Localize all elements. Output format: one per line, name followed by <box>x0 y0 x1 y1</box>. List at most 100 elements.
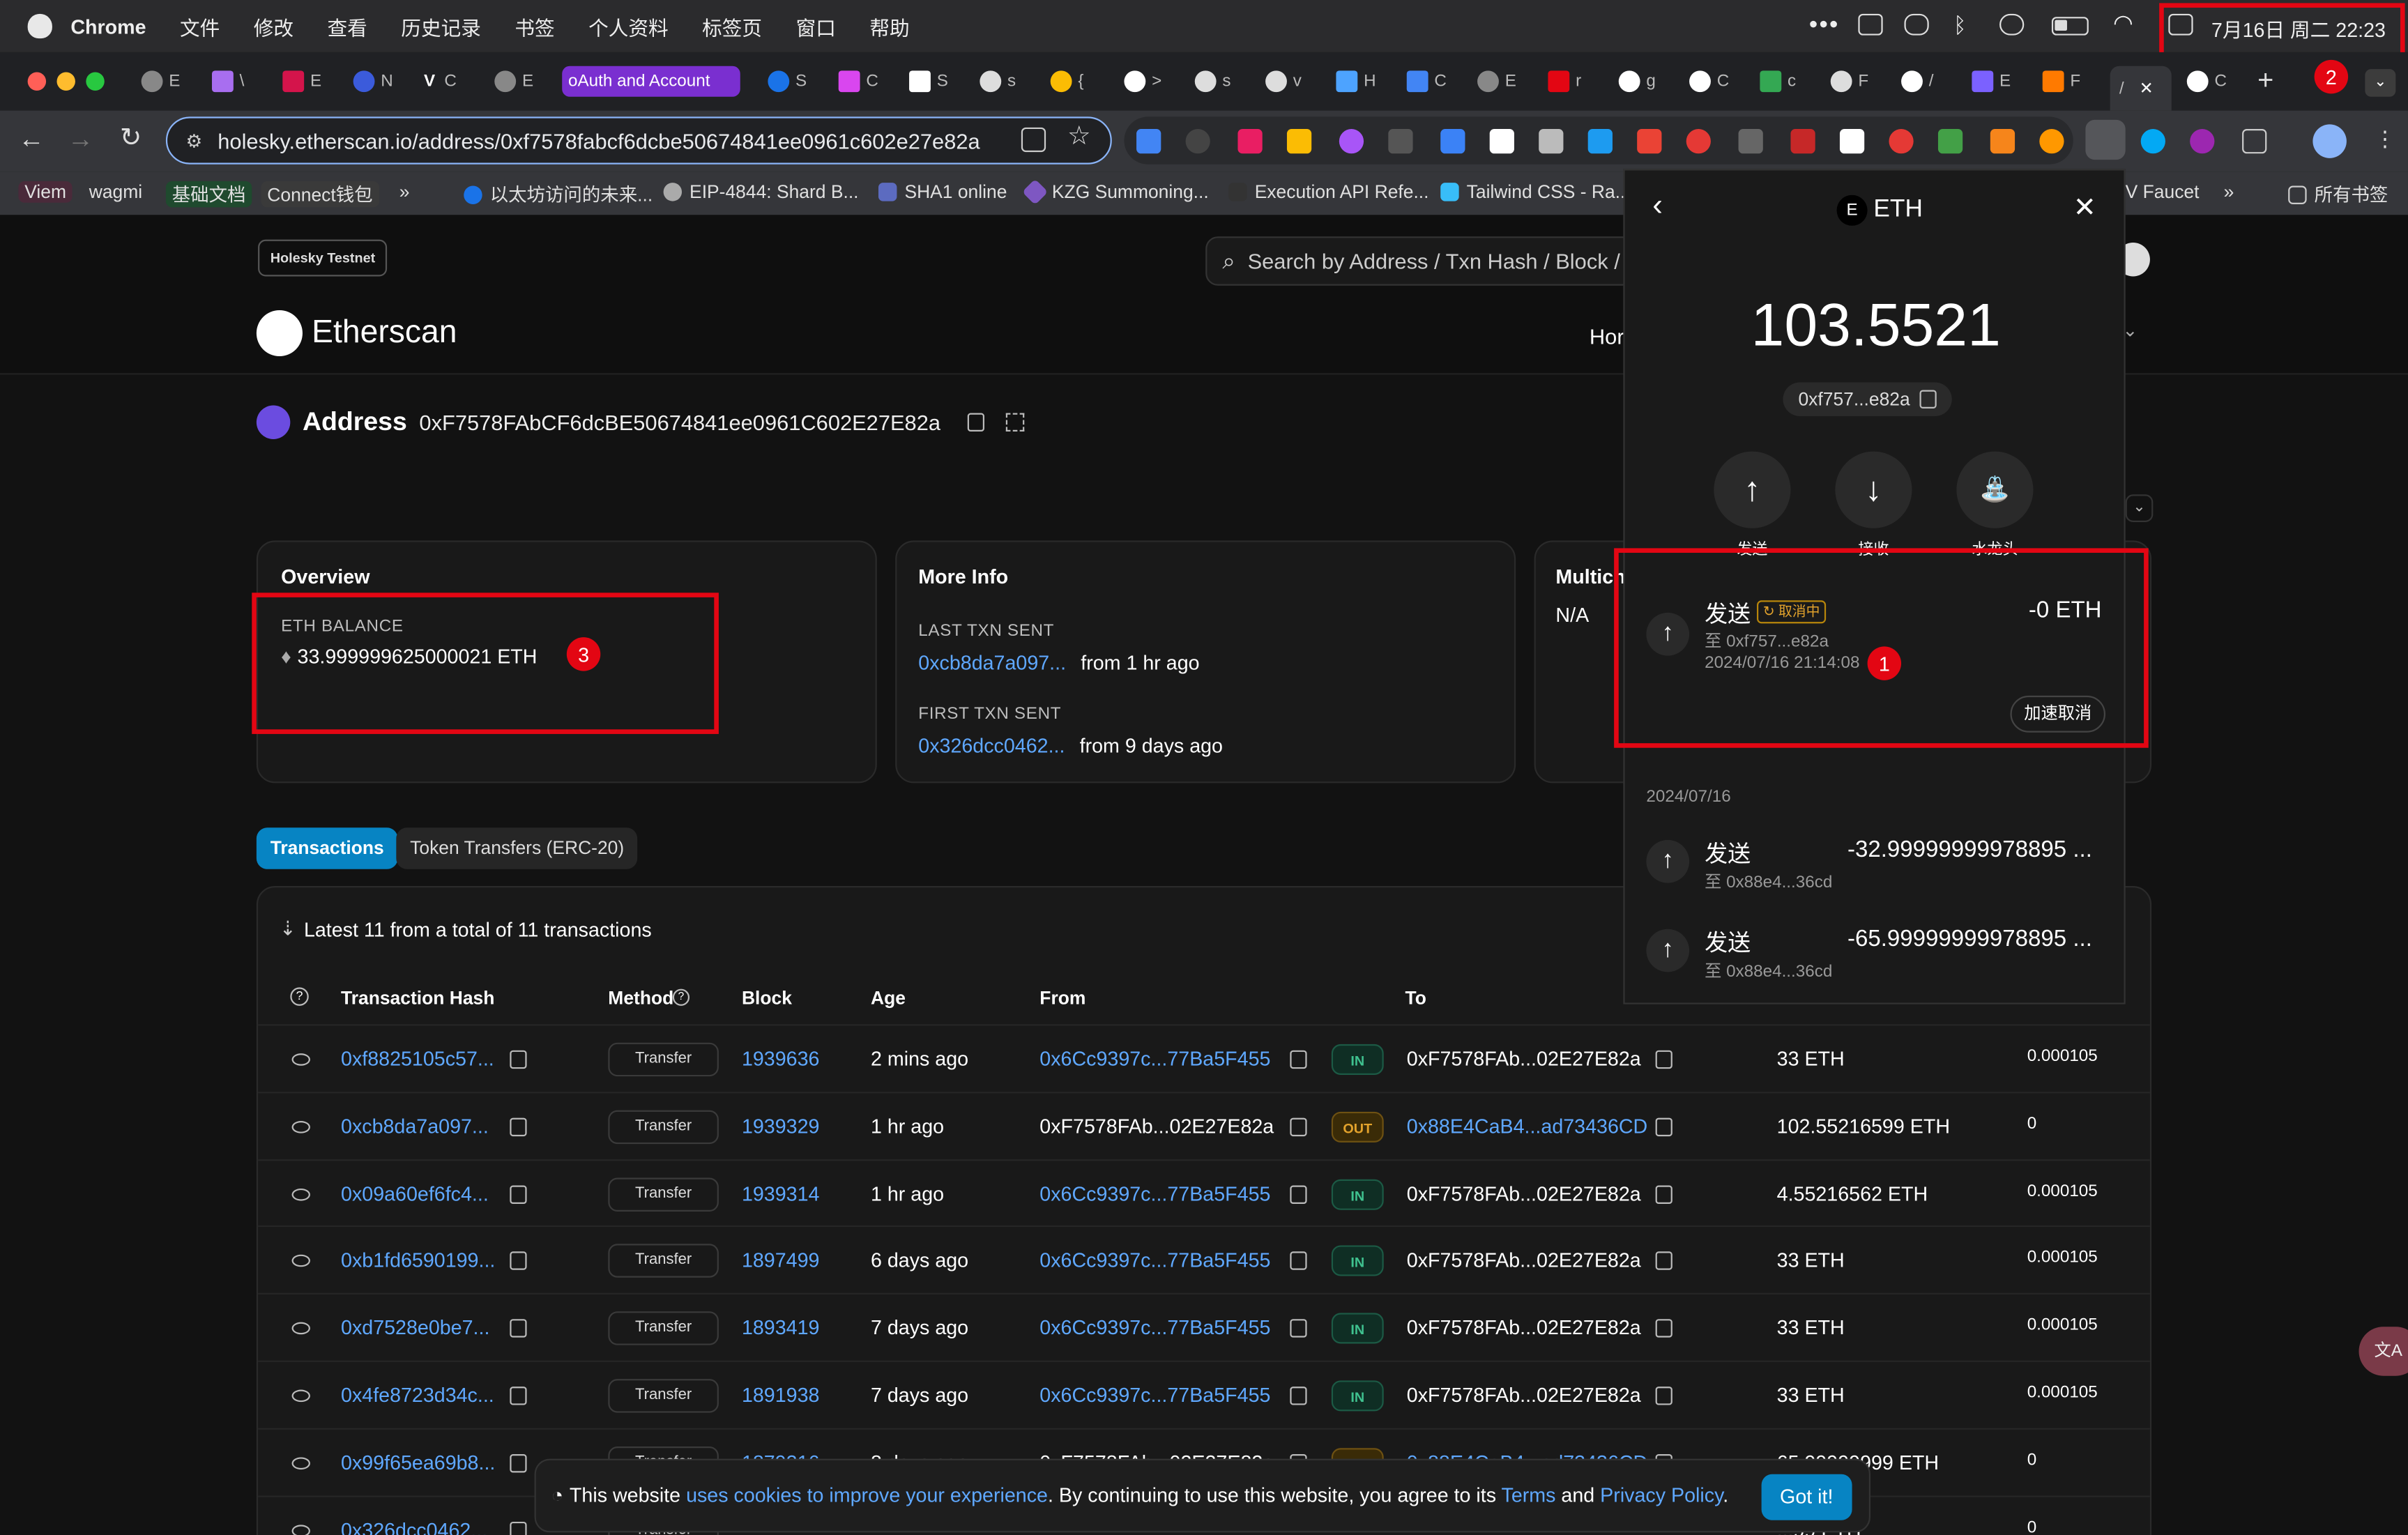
extension-icon[interactable] <box>1440 129 1465 154</box>
moon-extension-icon[interactable] <box>1185 129 1210 154</box>
view-eye-icon[interactable] <box>291 1322 310 1335</box>
zoom-window-button[interactable] <box>86 72 105 91</box>
history-tx[interactable]: ↑ 发送 -65.99999999978895 ... 至 0x88e4...3… <box>1625 908 2127 997</box>
pinned-tab[interactable]: c <box>1760 66 1796 97</box>
view-eye-icon[interactable] <box>291 1255 310 1268</box>
tx-hash-link[interactable]: 0xf8825105c57... <box>341 1047 494 1070</box>
tx-hash-link[interactable]: 0xd7528e0be7... <box>341 1316 489 1339</box>
bookmark-execution-api[interactable]: Execution API Refe... <box>1228 181 1428 203</box>
more-dots-icon[interactable]: ••• <box>1809 13 1840 40</box>
method-help-icon[interactable]: ? <box>672 988 690 1006</box>
extension-icon[interactable] <box>2039 129 2064 154</box>
pinned-tab[interactable]: E <box>141 66 180 97</box>
extension-icon[interactable] <box>2140 129 2165 154</box>
pinned-tab[interactable]: F <box>1830 66 1868 97</box>
translate-extension-icon[interactable] <box>1136 129 1161 154</box>
app-tray-icon[interactable] <box>1904 13 1929 36</box>
tx-hash-link[interactable]: 0xb1fd6590199... <box>341 1249 495 1272</box>
tab-close-icon[interactable]: ✕ <box>2140 78 2154 98</box>
wechat-icon[interactable] <box>1999 13 2025 36</box>
view-eye-icon[interactable] <box>291 1457 310 1469</box>
from-address[interactable]: 0x6Cc9397c...77Ba5F455 <box>1039 1047 1270 1070</box>
puzzle-extensions-icon[interactable] <box>2242 129 2267 154</box>
bookmark-wagmi[interactable]: wagmi <box>89 181 142 203</box>
view-eye-icon[interactable] <box>291 1120 310 1133</box>
pinned-tab[interactable]: s <box>1194 66 1231 97</box>
copy-icon[interactable] <box>510 1252 527 1271</box>
copy-icon[interactable] <box>510 1319 527 1338</box>
wifi-icon[interactable]: ◠ <box>2113 9 2133 37</box>
copy-icon[interactable] <box>1655 1387 1672 1405</box>
tab-oauth[interactable]: oAuth and Account <box>562 66 740 97</box>
pinned-tab[interactable]: E <box>282 66 321 97</box>
translate-page-icon[interactable] <box>1021 127 1046 153</box>
pinned-tab[interactable]: C <box>838 66 878 97</box>
first-txn-hash-link[interactable]: 0x326dcc0462... <box>918 734 1065 757</box>
qr-code-icon[interactable] <box>1006 413 1026 432</box>
pinned-tab[interactable]: r <box>1548 66 1581 97</box>
reload-icon[interactable]: ↻ <box>120 123 142 153</box>
dropdown-chevron-icon[interactable]: ⌄ <box>2125 494 2154 522</box>
bookmark-ethereum-future[interactable]: 以太坊访问的未来... <box>464 181 653 207</box>
history-tx[interactable]: ↑ 发送 -32.99999999978895 ... 至 0x88e4...3… <box>1625 818 2127 908</box>
block-link[interactable]: 1891938 <box>742 1384 820 1407</box>
last-txn-hash-link[interactable]: 0xcb8da7a097... <box>918 651 1066 674</box>
pinned-tab[interactable]: N <box>353 66 393 97</box>
bookmark-connect[interactable]: Connect钱包 <box>261 181 379 208</box>
notion-extension-icon[interactable] <box>1489 129 1514 154</box>
extension-icon[interactable] <box>1790 129 1815 154</box>
view-eye-icon[interactable] <box>291 1524 310 1535</box>
menu-profile[interactable]: 个人资料 <box>588 12 669 41</box>
pinned-tab[interactable]: v <box>1265 66 1302 97</box>
extension-icon[interactable] <box>1889 129 1914 154</box>
receive-button[interactable]: ↓ <box>1835 451 1912 528</box>
tx-hash-link[interactable]: 0x326dcc0462... <box>341 1518 487 1535</box>
menu-edit[interactable]: 修改 <box>254 12 294 41</box>
qr-extension-icon[interactable] <box>1738 129 1763 154</box>
menu-window[interactable]: 窗口 <box>796 12 836 41</box>
extension-icon[interactable] <box>1839 129 1865 154</box>
forward-arrow-icon[interactable]: → <box>68 124 93 155</box>
bookmark-sha1[interactable]: SHA1 online <box>878 181 1007 203</box>
block-link[interactable]: 1893419 <box>742 1316 820 1339</box>
block-link[interactable]: 1897499 <box>742 1249 820 1272</box>
tx-hash-link[interactable]: 0x4fe8723d34c... <box>341 1384 494 1407</box>
copy-icon[interactable] <box>1655 1117 1672 1136</box>
faucet-button[interactable]: ⛲ <box>1956 451 2034 528</box>
pinned-tab[interactable]: F <box>2042 66 2080 97</box>
copy-icon[interactable] <box>510 1387 527 1405</box>
address-bar[interactable]: ⚙ holesky.etherscan.io/address/0xf7578fa… <box>165 116 1112 165</box>
copy-icon[interactable] <box>510 1453 527 1473</box>
cookie-link[interactable]: uses cookies to improve your experience <box>686 1483 1048 1506</box>
all-bookmarks[interactable]: 所有书签 <box>2288 181 2388 207</box>
tx-hash-link[interactable]: 0xcb8da7a097... <box>341 1115 489 1138</box>
pinned-tab[interactable]: H <box>1336 66 1376 97</box>
pinned-tab[interactable]: VC <box>424 66 457 97</box>
bookmark-overflow[interactable]: » <box>399 181 410 203</box>
menu-file[interactable]: 文件 <box>180 12 220 41</box>
block-link[interactable]: 1939636 <box>742 1047 820 1070</box>
terms-link[interactable]: Terms <box>1502 1483 1556 1506</box>
from-address[interactable]: 0x6Cc9397c...77Ba5F455 <box>1039 1316 1270 1339</box>
extension-icon[interactable] <box>1388 129 1413 154</box>
pinned-tab[interactable]: g <box>1618 66 1656 97</box>
back-arrow-icon[interactable]: ‹ <box>1652 189 1663 224</box>
pinned-tab[interactable]: \ <box>211 66 244 97</box>
close-icon[interactable]: ✕ <box>2073 192 2096 224</box>
chrome-menu-icon[interactable]: ⋮ <box>2375 126 2396 152</box>
pinned-tab[interactable]: E <box>1972 66 2011 97</box>
menu-bookmarks[interactable]: 书签 <box>515 12 554 41</box>
copy-icon[interactable] <box>510 1117 527 1136</box>
pinned-tab[interactable]: E <box>494 66 533 97</box>
help-icon[interactable]: ? <box>290 987 309 1006</box>
site-info-icon[interactable]: ⚙ <box>186 130 203 151</box>
view-eye-icon[interactable] <box>291 1053 310 1066</box>
extension-icon[interactable] <box>1539 129 1564 154</box>
back-arrow-icon[interactable]: ← <box>18 124 44 155</box>
extension-icon[interactable] <box>1587 129 1613 154</box>
translate-float-icon[interactable]: 文A <box>2359 1327 2408 1376</box>
bookmark-viem[interactable]: Viem <box>18 181 73 203</box>
extension-icon[interactable] <box>1339 129 1364 154</box>
new-tab-button[interactable]: + <box>2257 65 2273 97</box>
copy-icon[interactable] <box>1290 1117 1307 1136</box>
